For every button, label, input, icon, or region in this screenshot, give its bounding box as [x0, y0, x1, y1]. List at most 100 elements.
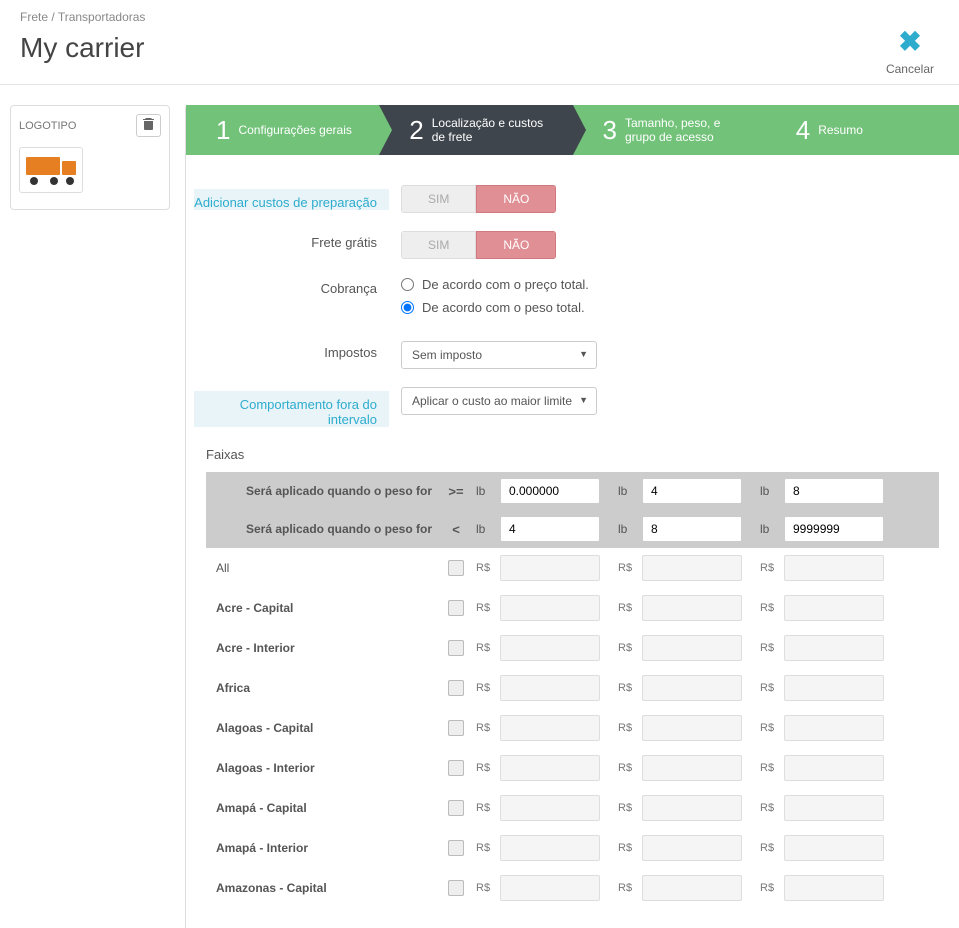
- currency-label: R$: [760, 802, 778, 814]
- zone-checkbox[interactable]: [448, 600, 464, 616]
- add-handling-toggle[interactable]: SIM NÃO: [401, 185, 556, 213]
- zone-checkbox[interactable]: [448, 840, 464, 856]
- zone-row: Amapá - InteriorR$R$R$: [206, 828, 939, 868]
- price-col: R$: [760, 755, 884, 781]
- price-col: R$: [760, 835, 884, 861]
- price-input[interactable]: [500, 795, 600, 821]
- currency-label: R$: [476, 602, 494, 614]
- price-input[interactable]: [642, 795, 742, 821]
- range-input[interactable]: [784, 516, 884, 542]
- logo-panel-title: LOGOTIPO: [19, 120, 76, 132]
- price-input[interactable]: [642, 715, 742, 741]
- currency-label: R$: [760, 882, 778, 894]
- tax-select[interactable]: Sem imposto: [401, 341, 597, 369]
- range-input[interactable]: [784, 478, 884, 504]
- toggle-no[interactable]: NÃO: [476, 231, 556, 259]
- step-size[interactable]: 3 Tamanho, peso, e grupo de acesso: [573, 105, 766, 155]
- zone-checkbox[interactable]: [448, 760, 464, 776]
- zone-inputs: R$R$R$: [476, 875, 929, 901]
- step-summary[interactable]: 4 Resumo: [766, 105, 959, 155]
- range-input[interactable]: [500, 516, 600, 542]
- price-input[interactable]: [642, 755, 742, 781]
- price-col: R$: [618, 595, 742, 621]
- zone-checkbox[interactable]: [448, 560, 464, 576]
- ranges-header: Será aplicado quando o peso for >= lblbl…: [206, 472, 939, 548]
- price-input[interactable]: [642, 675, 742, 701]
- zone-row: Alagoas - CapitalR$R$R$: [206, 708, 939, 748]
- zone-checkbox[interactable]: [448, 800, 464, 816]
- price-input[interactable]: [642, 555, 742, 581]
- currency-label: R$: [618, 562, 636, 574]
- price-input[interactable]: [784, 635, 884, 661]
- price-input[interactable]: [500, 635, 600, 661]
- currency-label: R$: [760, 682, 778, 694]
- price-input[interactable]: [784, 675, 884, 701]
- price-col: R$: [618, 795, 742, 821]
- zone-name: Africa: [216, 681, 436, 695]
- toggle-yes[interactable]: SIM: [401, 185, 476, 213]
- carrier-logo[interactable]: [19, 147, 83, 193]
- toggle-yes[interactable]: SIM: [401, 231, 476, 259]
- currency-label: R$: [760, 762, 778, 774]
- oor-select[interactable]: Aplicar o custo ao maior limite: [401, 387, 597, 415]
- price-input[interactable]: [500, 555, 600, 581]
- zone-checkbox-cell: [446, 680, 466, 696]
- zone-checkbox-cell: [446, 880, 466, 896]
- price-input[interactable]: [642, 635, 742, 661]
- range-col: lb: [760, 516, 884, 542]
- currency-label: R$: [618, 802, 636, 814]
- zone-checkbox[interactable]: [448, 680, 464, 696]
- currency-label: R$: [476, 842, 494, 854]
- price-input[interactable]: [784, 715, 884, 741]
- zone-checkbox[interactable]: [448, 640, 464, 656]
- free-shipping-toggle[interactable]: SIM NÃO: [401, 231, 556, 259]
- currency-label: R$: [618, 842, 636, 854]
- unit-label: lb: [476, 522, 494, 536]
- price-input[interactable]: [784, 835, 884, 861]
- billing-price-radio[interactable]: De acordo com o preço total.: [401, 277, 589, 292]
- unit-label: lb: [760, 484, 778, 498]
- toggle-no[interactable]: NÃO: [476, 185, 556, 213]
- price-input[interactable]: [784, 795, 884, 821]
- delete-logo-button[interactable]: [136, 114, 161, 137]
- free-shipping-label: Frete grátis: [311, 229, 389, 250]
- tax-label: Impostos: [324, 339, 389, 360]
- price-col: R$: [476, 635, 600, 661]
- price-input[interactable]: [642, 835, 742, 861]
- price-col: R$: [476, 795, 600, 821]
- zone-name: Acre - Capital: [216, 601, 436, 615]
- price-input[interactable]: [500, 755, 600, 781]
- price-input[interactable]: [642, 875, 742, 901]
- breadcrumb-current: Transportadoras: [58, 10, 146, 24]
- range-input[interactable]: [642, 478, 742, 504]
- price-input[interactable]: [500, 875, 600, 901]
- price-input[interactable]: [500, 715, 600, 741]
- zone-name: Amazonas - Capital: [216, 881, 436, 895]
- price-input[interactable]: [500, 595, 600, 621]
- step-shipping[interactable]: 2 Localização e custos de frete: [379, 105, 572, 155]
- price-input[interactable]: [784, 755, 884, 781]
- zone-name: Acre - Interior: [216, 641, 436, 655]
- price-input[interactable]: [784, 875, 884, 901]
- zone-row: Acre - CapitalR$R$R$: [206, 588, 939, 628]
- cancel-button[interactable]: ✖ Cancelar: [886, 25, 934, 76]
- range-input[interactable]: [500, 478, 600, 504]
- currency-label: R$: [618, 762, 636, 774]
- zone-checkbox[interactable]: [448, 720, 464, 736]
- range-input[interactable]: [642, 516, 742, 542]
- currency-label: R$: [476, 762, 494, 774]
- breadcrumb-root[interactable]: Frete: [20, 10, 48, 24]
- price-input[interactable]: [642, 595, 742, 621]
- currency-label: R$: [760, 722, 778, 734]
- step-general[interactable]: 1 Configurações gerais: [186, 105, 379, 155]
- zone-checkbox[interactable]: [448, 880, 464, 896]
- price-input[interactable]: [500, 675, 600, 701]
- price-input[interactable]: [784, 595, 884, 621]
- range-col: lb: [760, 478, 884, 504]
- price-input[interactable]: [500, 835, 600, 861]
- billing-weight-radio[interactable]: De acordo com o peso total.: [401, 300, 589, 315]
- zone-name: Amapá - Capital: [216, 801, 436, 815]
- price-col: R$: [476, 675, 600, 701]
- zone-inputs: R$R$R$: [476, 555, 929, 581]
- price-input[interactable]: [784, 555, 884, 581]
